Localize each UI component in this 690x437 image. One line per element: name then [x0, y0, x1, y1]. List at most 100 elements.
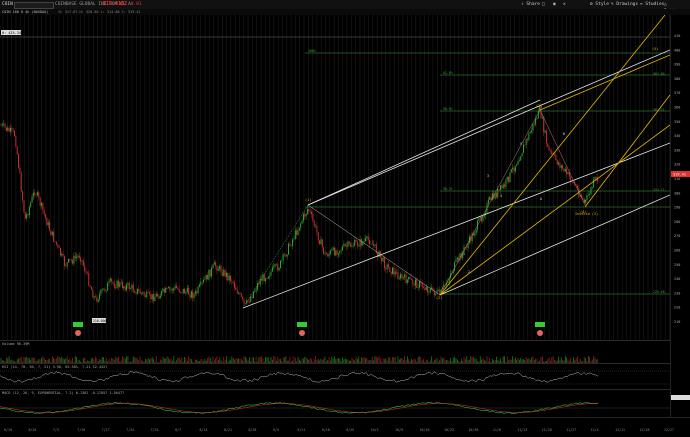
candle-body [228, 275, 230, 281]
share-button[interactable]: ⇧ Share [519, 1, 542, 8]
candle-body [154, 296, 156, 302]
candle-body [361, 239, 362, 246]
candle-body [518, 160, 520, 162]
candle-body [323, 247, 325, 254]
candle-body [548, 147, 550, 151]
symbol-search-box[interactable] [14, 2, 54, 9]
candle-body [139, 290, 141, 294]
candle-body [428, 291, 430, 293]
candle-body [308, 209, 310, 211]
candle-body [567, 172, 569, 175]
candle-body [466, 247, 468, 249]
candle-body [271, 267, 273, 272]
candle-body [572, 182, 574, 183]
price-tick-label: 330 [674, 148, 680, 152]
candle-body [30, 202, 32, 207]
price-chart-canvas[interactable]: H: 425.34 100% 61.8% 50.0% 38.2% 403.86 … [0, 14, 671, 340]
candle-body [325, 253, 327, 255]
date-tick-label: 9/11 [297, 428, 305, 432]
candle-body [524, 144, 526, 146]
candle-body [394, 271, 396, 275]
candle-body [545, 130, 547, 144]
candle-body [378, 251, 380, 257]
candle-body [255, 289, 257, 291]
svg-text:B: B [563, 132, 565, 136]
candle-body [247, 300, 249, 302]
chart-title: COIN 180 D 4h (NASDAQ) [2, 10, 49, 14]
current-price-label: 319.41 [673, 173, 686, 177]
candle-body [541, 117, 543, 119]
volume-panel[interactable]: Volume 96.39M [0, 340, 670, 364]
candle-body [205, 274, 207, 280]
candle-body [28, 206, 30, 216]
fib-label-3: 50.0% [443, 107, 453, 111]
candle-body [406, 279, 408, 284]
candle-body [103, 288, 105, 290]
candle-body [478, 218, 480, 221]
candle-body [215, 262, 217, 267]
symbol-label[interactable]: COIN [2, 0, 13, 9]
candle-body [5, 127, 7, 131]
rsi-panel[interactable]: RSI (14, 70, 30, 7, 21) 3.90, 65.58%, 7.… [0, 363, 670, 390]
drawings-button[interactable]: ✎ Drawings [609, 1, 640, 8]
candle-body [366, 236, 368, 239]
candle-body [185, 291, 187, 294]
candle-body [562, 165, 564, 169]
candle-body [319, 240, 321, 245]
candle-body [347, 241, 349, 247]
candle-body [217, 269, 219, 271]
wave-label-5: (5) [652, 47, 658, 51]
candle-body [242, 296, 244, 300]
window-icon[interactable]: □ [540, 1, 547, 8]
candle-body [55, 241, 57, 245]
candle-body [498, 189, 500, 190]
candle-body [32, 192, 34, 197]
candle-body [339, 250, 341, 254]
candle-body [163, 288, 165, 293]
date-tick-label: 11/27 [566, 428, 576, 432]
candle-body [475, 229, 477, 234]
candle-body [122, 282, 123, 289]
candle-body [41, 202, 42, 206]
price-tick-label: 320 [674, 163, 680, 167]
cross-icon[interactable]: ✕ [561, 1, 568, 8]
candle-body [343, 243, 345, 247]
candle-body [127, 283, 129, 285]
candle-body [431, 287, 433, 289]
candle-body [101, 289, 103, 291]
price-tick-label: 370 [674, 91, 680, 95]
candle-body [128, 283, 130, 290]
candle-body [335, 250, 337, 256]
rsi-value-tag [671, 395, 690, 400]
candle-body [18, 154, 19, 168]
candle-body [559, 162, 561, 168]
candle-body [404, 274, 406, 278]
style-button[interactable]: ⚙ Style [588, 1, 611, 8]
candle-body [240, 293, 242, 297]
patterns-button[interactable]: △ Patterns [662, 1, 690, 14]
candle-body [340, 250, 342, 251]
low-label: 216.0000 [93, 319, 108, 323]
price-chart[interactable]: H: 425.34 100% 61.8% 50.0% 38.2% 403.86 … [0, 14, 671, 340]
macd-panel[interactable]: MACD (12, 26, 9, EXPONENTIAL, 7.2) 0.136… [0, 389, 670, 418]
candle-body [483, 215, 485, 217]
candle-body [59, 247, 61, 256]
candle-body [253, 291, 254, 298]
date-tick-label: 8/21 [224, 428, 232, 432]
candle-body [159, 295, 161, 299]
wave-label-1: (1) [305, 198, 311, 202]
date-tick-label: 12/4 [591, 428, 599, 432]
candle-body [531, 130, 532, 132]
bell-icon[interactable]: ◉ [551, 1, 558, 8]
candle-body [351, 246, 353, 247]
candle-body [43, 210, 45, 215]
candle-body [24, 212, 26, 219]
candle-body [151, 294, 153, 300]
candle-body [356, 241, 358, 246]
candle-body [432, 287, 434, 292]
candle-body [390, 271, 392, 274]
candle-body [292, 239, 294, 246]
price-axis[interactable]: 410 400 390 380 370 360 350 340 330 320 310 300 290 2… [670, 15, 690, 425]
candle-body [532, 123, 534, 131]
candle-body [3, 123, 5, 125]
